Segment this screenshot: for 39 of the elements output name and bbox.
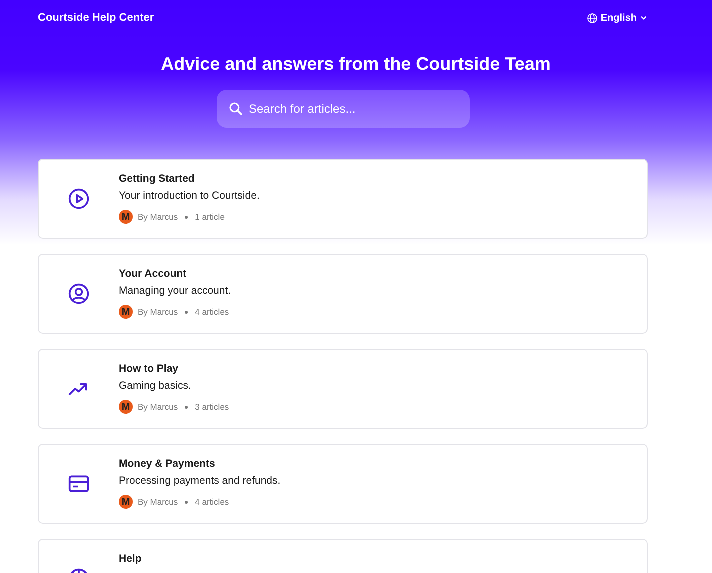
caret-icon — [640, 14, 648, 22]
separator-dot — [185, 406, 188, 408]
language-selector[interactable]: English — [586, 12, 648, 24]
collection-card[interactable]: How to Play Gaming basics. M By Marcus 3 articles — [38, 349, 648, 429]
search-icon — [229, 102, 243, 116]
separator-dot — [185, 310, 188, 314]
author-name: By Marcus — [138, 307, 178, 317]
article-count: 4 articles — [195, 497, 230, 507]
user-icon — [68, 283, 90, 305]
collection-description: Gaming basics. — [119, 379, 192, 394]
collection-title: Getting Started — [119, 172, 196, 186]
author-name: By Marcus — [138, 212, 178, 222]
article-count: 3 articles — [195, 402, 230, 412]
collection-description: Your introduction to Courtside. — [119, 189, 260, 204]
author-avatar: M — [119, 210, 133, 224]
separator-dot — [185, 500, 188, 504]
collection-card[interactable]: Getting Started Your introduction to Courtside. M By Marcus 1 article — [38, 159, 648, 239]
article-count: 1 article — [195, 212, 225, 222]
collection-description: Managing your account. — [119, 284, 232, 299]
author-name: By Marcus — [138, 402, 178, 412]
collection-card[interactable]: Your Account Managing your account. M By Marcus 4 articles — [38, 254, 648, 334]
author-name: By Marcus — [138, 497, 178, 507]
separator-dot — [185, 216, 188, 218]
credit-card-icon — [68, 473, 90, 495]
collection-description: Processing payments and refunds. — [119, 474, 281, 489]
hero-heading: Advice and answers from the Courtside Team — [160, 53, 552, 76]
author-avatar: M — [119, 495, 133, 509]
collection-title: Money & Payments — [119, 457, 216, 471]
author-avatar: M — [119, 305, 133, 319]
collection-title: Your Account — [119, 267, 188, 281]
site-title[interactable]: Courtside Help Center — [38, 12, 154, 24]
collection-title: Help — [119, 552, 142, 566]
globe-icon — [586, 12, 598, 24]
collection-card[interactable]: Money & Payments Processing payments and refunds. M By Marcus 4 articles — [38, 444, 648, 524]
collection-title: How to Play — [119, 362, 180, 376]
play-icon — [68, 188, 90, 210]
collection-card[interactable]: Help — [38, 539, 648, 573]
article-count: 4 articles — [195, 307, 230, 317]
author-avatar: M — [119, 400, 133, 414]
